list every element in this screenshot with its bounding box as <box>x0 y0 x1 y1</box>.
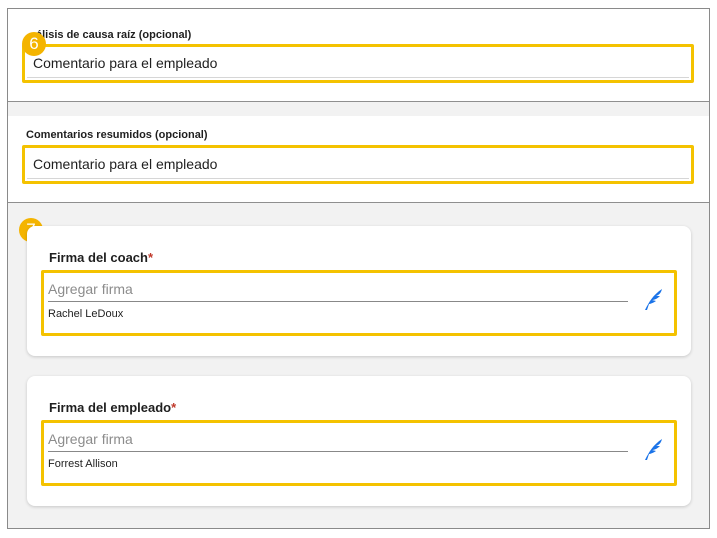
summary-label: Comentarios resumidos (opcional) <box>26 129 208 141</box>
coach-name: Rachel LeDoux <box>48 308 124 320</box>
employee-signature-placeholder: Agregar firma <box>48 431 133 447</box>
summary-value: Comentario para el empleado <box>33 156 218 172</box>
employee-name: Forrest Allison <box>48 458 118 470</box>
form-frame: álisis de causa raíz (opcional) Comentar… <box>7 8 710 529</box>
section-gap <box>8 102 709 116</box>
required-asterisk: * <box>147 250 154 265</box>
coach-signature-card: Firma del coach* Agregar firma Rachel Le… <box>27 226 691 356</box>
employee-signature-card: Firma del empleado* Agregar firma Forres… <box>27 376 691 506</box>
root-cause-section: álisis de causa raíz (opcional) Comentar… <box>8 9 709 101</box>
summary-section: Comentarios resumidos (opcional) Comenta… <box>8 116 709 202</box>
root-cause-field[interactable]: Comentario para el empleado <box>22 44 694 83</box>
summary-underline <box>27 178 689 179</box>
coach-signature-placeholder: Agregar firma <box>48 281 133 297</box>
employee-signature-title: Firma del empleado* <box>49 400 177 415</box>
coach-signature-field[interactable]: Agregar firma Rachel LeDoux <box>41 270 677 336</box>
required-asterisk: * <box>171 400 177 415</box>
root-cause-underline <box>27 77 689 78</box>
quill-pen-icon[interactable] <box>642 287 664 311</box>
signature-line <box>48 301 628 302</box>
signature-line <box>48 451 628 452</box>
signatures-section: 7 Firma del coach* Agregar firma Rachel … <box>8 203 709 528</box>
quill-pen-icon[interactable] <box>642 437 664 461</box>
root-cause-label: álisis de causa raíz (opcional) <box>36 29 192 41</box>
step-6-badge: 6 <box>22 32 46 56</box>
root-cause-value: Comentario para el empleado <box>33 55 218 71</box>
employee-signature-field[interactable]: Agregar firma Forrest Allison <box>41 420 677 486</box>
coach-signature-title: Firma del coach* <box>49 250 154 265</box>
summary-field[interactable]: Comentario para el empleado <box>22 145 694 184</box>
